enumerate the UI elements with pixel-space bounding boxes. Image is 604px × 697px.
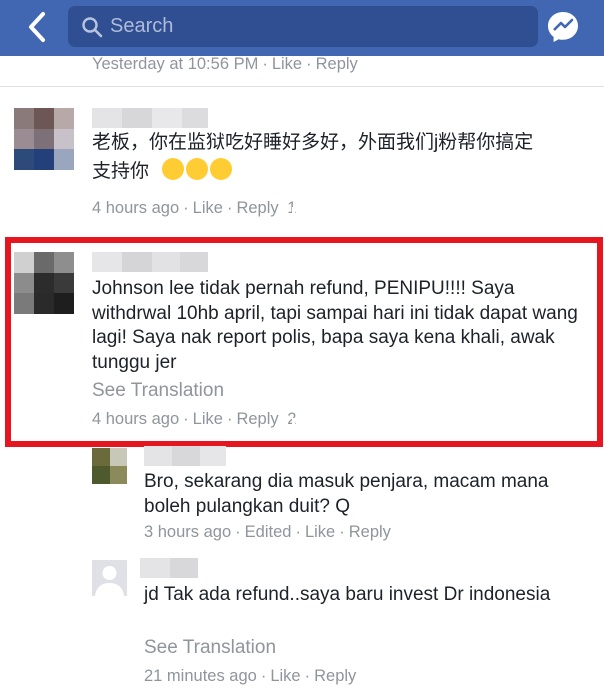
search-icon: [82, 17, 103, 38]
like-link[interactable]: Like: [272, 55, 302, 73]
reply-meta: 3 hours ago · Edited · Like · Reply: [144, 523, 391, 541]
timestamp: 4 hours ago: [92, 410, 180, 428]
comment-text: 老板，你在监狱吃好睡好多好，外面我们j粉帮你搞定 支持你: [92, 131, 592, 184]
avatar[interactable]: [14, 108, 74, 170]
see-translation-link[interactable]: See Translation: [144, 637, 276, 659]
blurred-name[interactable]: [144, 446, 226, 466]
blurred-name[interactable]: [92, 252, 208, 272]
search-bar[interactable]: [68, 6, 538, 47]
reply-link[interactable]: Reply: [349, 523, 391, 541]
laughing-emoji-icon: [162, 158, 185, 181]
timestamp: 21 minutes ago: [144, 667, 257, 685]
timestamp: Yesterday at 10:56 PM: [92, 55, 259, 73]
avatar[interactable]: [14, 252, 74, 314]
see-translation-link[interactable]: See Translation: [92, 380, 224, 402]
reply-meta: 21 minutes ago · Like · Reply: [144, 667, 357, 685]
like-link[interactable]: Like: [193, 410, 223, 428]
comment-line: 老板，你在监狱吃好睡好多好，外面我们j粉帮你搞定: [92, 132, 534, 153]
default-avatar-icon[interactable]: [92, 560, 127, 596]
like-link[interactable]: Like: [193, 199, 223, 217]
reply-link[interactable]: Reply: [236, 199, 278, 217]
comment-text: Johnson lee tidak pernah refund, PENIPU!…: [92, 278, 578, 373]
like-link[interactable]: Like: [305, 523, 335, 541]
comment-meta: 4 hours ago · Like · Reply 2: [92, 410, 305, 429]
timestamp: 4 hours ago: [92, 199, 180, 217]
edited-label[interactable]: Edited: [245, 523, 292, 541]
timestamp: 3 hours ago: [144, 523, 232, 541]
reply-link[interactable]: Reply: [316, 55, 358, 73]
chevron-left-icon[interactable]: [22, 10, 52, 44]
reply-link[interactable]: Reply: [236, 410, 278, 428]
search-input[interactable]: [110, 6, 510, 47]
messenger-icon[interactable]: [546, 10, 580, 44]
laughing-emoji-icon: [186, 158, 209, 181]
top-bar: [0, 0, 604, 56]
comment-line: 支持你: [92, 160, 150, 182]
laughing-emoji-icon: [210, 158, 233, 181]
avatar[interactable]: [92, 448, 127, 484]
blurred-name[interactable]: [92, 108, 208, 128]
divider: [0, 86, 604, 87]
reply-text: Bro, sekarang dia masuk penjara, macam m…: [144, 471, 549, 517]
blurred-name[interactable]: [140, 558, 198, 578]
comment-meta: 4 hours ago · Like · Reply 1: [92, 199, 305, 218]
like-link[interactable]: Like: [270, 667, 300, 685]
prev-comment-meta: Yesterday at 10:56 PM · Like · Reply: [92, 55, 358, 73]
reply-link[interactable]: Reply: [314, 667, 356, 685]
reply-text: jd Tak ada refund..saya baru invest Dr i…: [144, 584, 551, 605]
